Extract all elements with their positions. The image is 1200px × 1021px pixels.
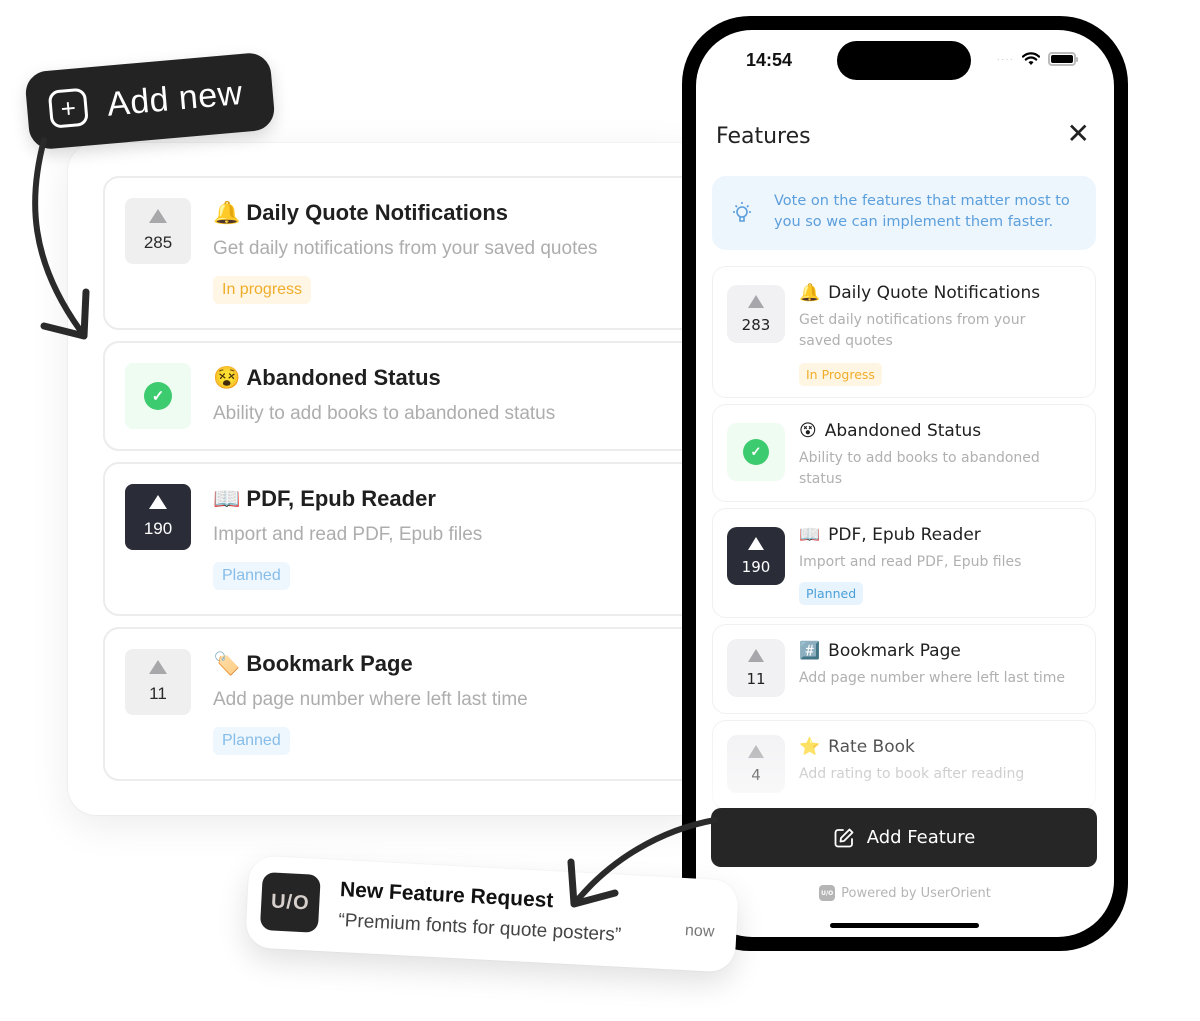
vote-count: 11 — [149, 684, 167, 703]
feature-card[interactable]: 285 🔔 Daily Quote Notifications Get dail… — [103, 176, 713, 330]
userorient-logo-icon: U/O — [819, 885, 836, 901]
upvote-button[interactable]: 11 — [125, 649, 191, 715]
feature-title: 🏷️ Bookmark Page — [213, 651, 413, 676]
feature-title: 📖 PDF, Epub Reader — [213, 486, 436, 511]
feature-description: Add page number where left last time — [213, 689, 528, 710]
tag-icon: 🏷️ — [213, 651, 241, 676]
feature-board-panel: 285 🔔 Daily Quote Notifications Get dail… — [68, 143, 713, 815]
notification-card[interactable]: U/O New Feature Request “Premium fonts f… — [244, 855, 740, 973]
feature-card[interactable]: 283 🔔 Daily Quote Notifications Get dail… — [712, 266, 1096, 398]
notification-time: now — [684, 922, 715, 941]
upvote-arrow-icon — [748, 536, 764, 550]
status-badge: Planned — [799, 582, 864, 605]
plus-square-icon: + — [47, 87, 89, 129]
feature-description: Ability to add books to abandoned status — [799, 450, 1040, 487]
edit-icon — [834, 828, 854, 847]
feature-description: Add page number where left last time — [799, 670, 1065, 686]
book-icon: 📖 — [799, 525, 821, 545]
userorient-logo-icon: U/O — [259, 871, 321, 933]
feature-card[interactable]: ✓ 😵 Abandoned Status Ability to add book… — [712, 404, 1096, 502]
feature-title: 🔔 Daily Quote Notifications — [799, 283, 1041, 303]
add-new-button[interactable]: + Add new — [24, 51, 276, 151]
vote-count: 190 — [143, 519, 173, 538]
status-badge: In progress — [213, 276, 312, 304]
status-time: 14:54 — [746, 50, 793, 70]
dizzy-face-icon: 😵 — [799, 421, 817, 441]
vote-count: 285 — [143, 233, 173, 252]
powered-by[interactable]: U/O Powered by UserOrient — [696, 885, 1114, 901]
wifi-icon — [1022, 52, 1040, 65]
upvote-arrow-icon — [149, 495, 167, 509]
upvote-arrow-icon — [748, 294, 764, 308]
feature-title: #️⃣ Bookmark Page — [799, 641, 961, 661]
add-new-label: Add new — [105, 73, 245, 124]
upvote-arrow-icon — [748, 648, 764, 662]
list-fade — [696, 710, 1114, 805]
dynamic-island — [837, 41, 971, 80]
check-circle-icon: ✓ — [144, 382, 172, 410]
bell-icon: 🔔 — [213, 200, 241, 225]
vote-count: 11 — [746, 669, 766, 688]
feature-description: Get daily notifications from your saved … — [799, 312, 1026, 349]
battery-icon — [1048, 52, 1078, 66]
add-feature-button[interactable]: Add Feature — [711, 808, 1097, 867]
feature-description: Import and read PDF, Epub files — [799, 554, 1022, 570]
powered-by-text: Powered by UserOrient — [841, 885, 991, 901]
feature-title: 😵 Abandoned Status — [799, 421, 982, 441]
phone-screen: 14:54 ···· Features ✕ Vote on the featur… — [696, 30, 1114, 937]
completed-indicator: ✓ — [727, 423, 785, 481]
feature-card[interactable]: ✓ 😵 Abandoned Status Ability to add book… — [103, 341, 713, 451]
dizzy-face-icon: 😵 — [213, 365, 241, 390]
feature-title: 📖 PDF, Epub Reader — [799, 525, 981, 545]
add-feature-label: Add Feature — [866, 827, 976, 848]
upvote-button[interactable]: 11 — [727, 639, 785, 697]
upvote-button[interactable]: 190 — [125, 484, 191, 550]
upvote-button[interactable]: 285 — [125, 198, 191, 264]
feature-card[interactable]: 190 📖 PDF, Epub Reader Import and read P… — [712, 508, 1096, 618]
close-icon[interactable]: ✕ — [1067, 120, 1090, 148]
upvote-arrow-icon — [149, 209, 167, 223]
status-badge: Planned — [213, 727, 290, 755]
feature-card[interactable]: 11 🏷️ Bookmark Page Add page number wher… — [103, 627, 713, 781]
notification-body: “Premium fonts for quote posters” — [337, 909, 622, 946]
lightbulb-icon — [733, 202, 751, 222]
bell-icon: 🔔 — [799, 283, 821, 303]
feature-title: 🔔 Daily Quote Notifications — [213, 200, 508, 225]
page-title: Features — [716, 124, 811, 149]
check-circle-icon: ✓ — [743, 439, 769, 465]
vote-count: 283 — [741, 315, 771, 334]
upvote-button[interactable]: 190 — [727, 527, 785, 585]
feature-description: Ability to add books to abandoned status — [213, 403, 556, 424]
signal-icon: ···· — [996, 53, 1014, 65]
feature-description: Get daily notifications from your saved … — [213, 238, 598, 259]
info-text: Vote on the features that matter most to… — [774, 193, 1070, 230]
upvote-button[interactable]: 283 — [727, 285, 785, 343]
status-badge: In Progress — [799, 363, 882, 386]
notification-title: New Feature Request — [339, 878, 554, 913]
feature-title: 😵 Abandoned Status — [213, 365, 441, 390]
phone-frame: 14:54 ···· Features ✕ Vote on the featur… — [682, 16, 1128, 951]
home-indicator — [830, 923, 979, 928]
hashtag-icon: #️⃣ — [799, 641, 821, 661]
status-icons: ···· — [996, 52, 1078, 66]
status-badge: Planned — [213, 562, 290, 590]
feature-description: Import and read PDF, Epub files — [213, 524, 483, 545]
info-banner: Vote on the features that matter most to… — [712, 176, 1096, 250]
upvote-arrow-icon — [149, 660, 167, 674]
book-icon: 📖 — [213, 486, 241, 511]
vote-count: 190 — [741, 557, 771, 576]
feature-card[interactable]: 11 #️⃣ Bookmark Page Add page number whe… — [712, 624, 1096, 714]
completed-indicator: ✓ — [125, 363, 191, 429]
feature-card[interactable]: 190 📖 PDF, Epub Reader Import and read P… — [103, 462, 713, 616]
